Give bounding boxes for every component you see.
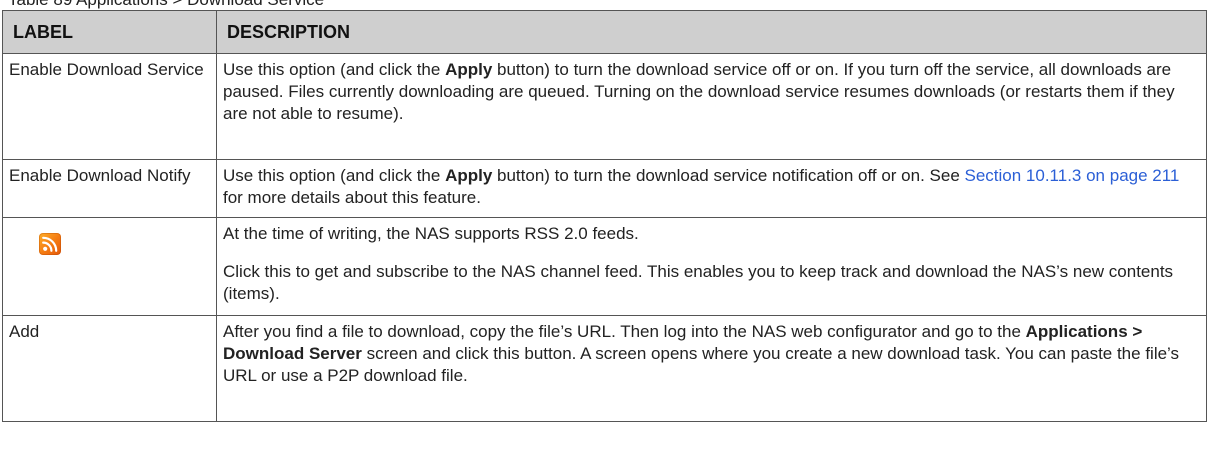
row-label-enable-download-service: Enable Download Service (2, 53, 217, 160)
row-label-add: Add (2, 315, 217, 422)
header-description: DESCRIPTION (216, 10, 1207, 54)
desc-paragraph: Click this to get and subscribe to the N… (223, 262, 1174, 303)
desc-text: button) to turn the download service not… (492, 166, 965, 185)
desc-text: for more details about this feature. (223, 188, 481, 207)
apply-term: Apply (445, 166, 493, 185)
table-row: Add After you find a file to download, c… (2, 315, 1207, 422)
row-description: After you find a file to download, copy … (216, 315, 1207, 422)
row-description: Use this option (and click the Apply but… (216, 159, 1207, 218)
desc-text: screen and click this button. A screen o… (223, 344, 1180, 385)
download-service-table: LABEL DESCRIPTION Enable Download Servic… (2, 10, 1207, 422)
table-row: Enable Download Service Use this option … (2, 53, 1207, 160)
row-label-rss (2, 217, 217, 316)
desc-text: After you find a file to download, copy … (223, 322, 1026, 341)
row-description: Use this option (and click the Apply but… (216, 53, 1207, 160)
table-row: At the time of writing, the NAS supports… (2, 217, 1207, 316)
row-description: At the time of writing, the NAS supports… (216, 217, 1207, 316)
table-row: Enable Download Notify Use this option (… (2, 159, 1207, 218)
row-label-enable-download-notify: Enable Download Notify (2, 159, 217, 218)
section-cross-reference-link[interactable]: Section 10.11.3 on page 211 (965, 166, 1180, 185)
table-caption: Table 89 Applications > Download Service (8, 0, 324, 9)
table-header-row: LABEL DESCRIPTION (2, 10, 1207, 54)
desc-text: Use this option (and click the (223, 60, 446, 79)
desc-paragraph: At the time of writing, the NAS supports… (223, 224, 639, 243)
desc-text: Use this option (and click the (223, 166, 446, 185)
rss-feed-icon (39, 233, 61, 255)
header-label: LABEL (2, 10, 217, 54)
apply-term: Apply (445, 60, 493, 79)
